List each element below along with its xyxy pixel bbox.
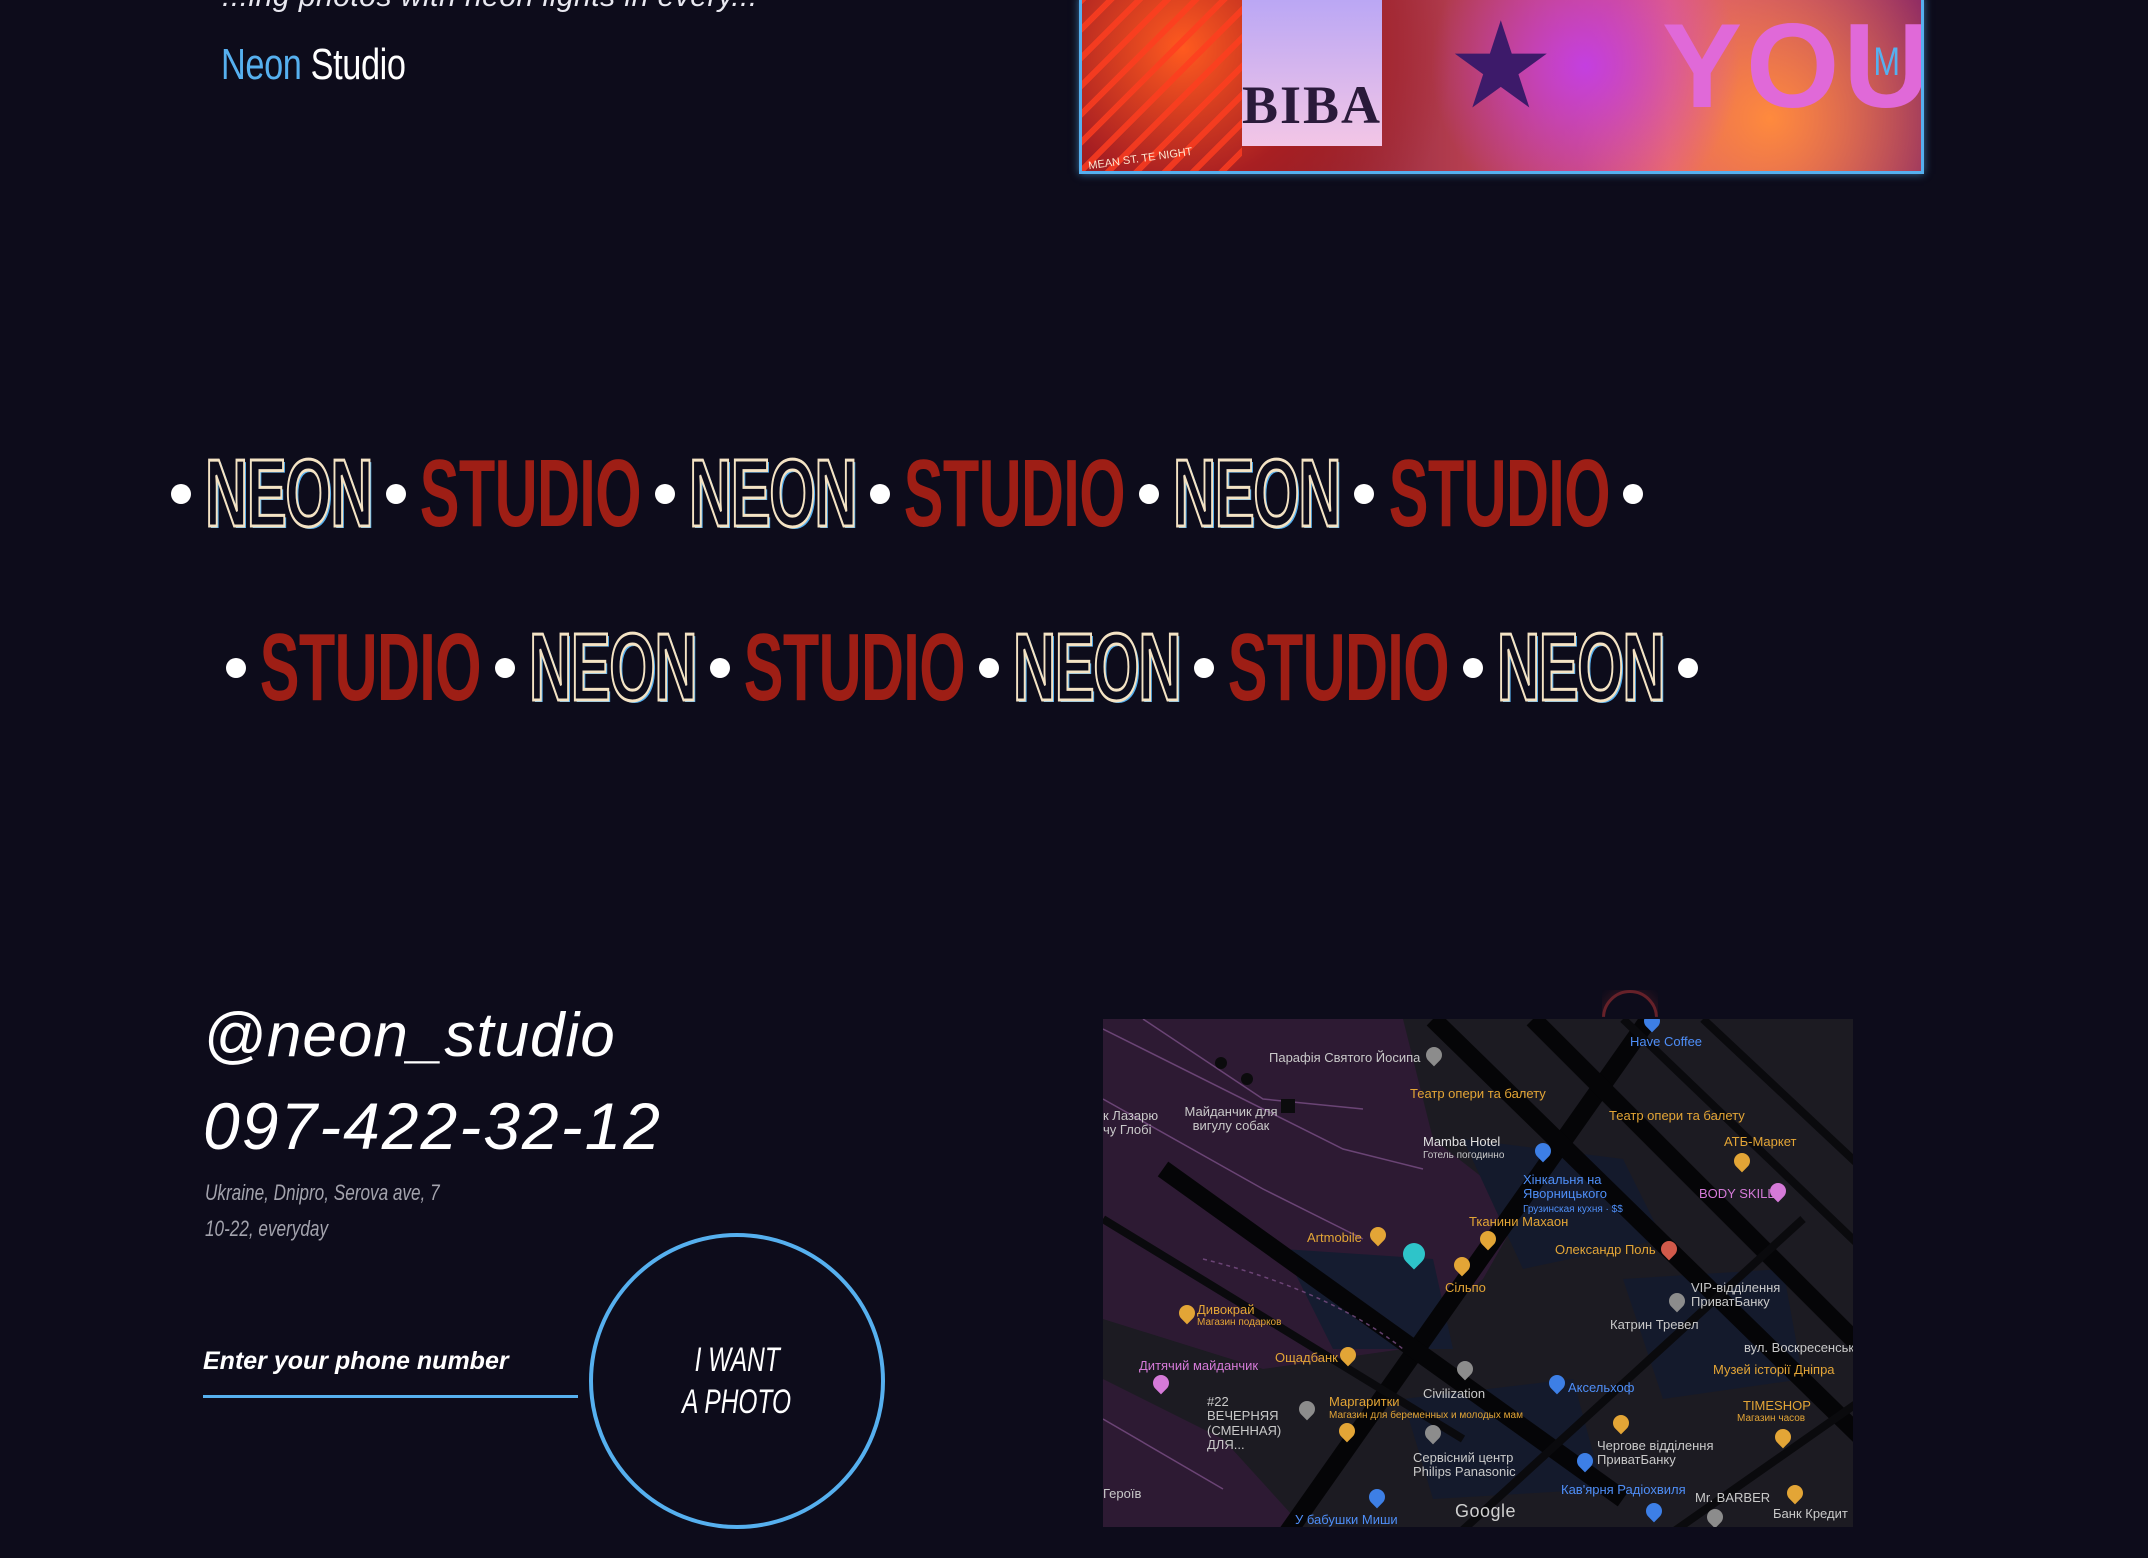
map-label: BODY SKILL: [1699, 1186, 1775, 1201]
map-label: Civilization: [1423, 1386, 1486, 1401]
map-label: Готель погодинно: [1423, 1150, 1505, 1161]
map-label: Хінкальня на Яворницького: [1523, 1172, 1608, 1202]
instagram-handle[interactable]: @neon_studio: [203, 1000, 616, 1071]
map-label: Катрин Тревел: [1610, 1317, 1699, 1332]
ticker-word-studio: STUDIO: [259, 614, 482, 721]
map-label: Сервісний центр Philips Panasonic: [1413, 1450, 1516, 1480]
hero-photo: BIBA ★ YOU MEAN ST. TE NIGHT M: [1079, 0, 1924, 174]
ticker-dot: [386, 484, 407, 504]
opening-hours: 10-22, everyday: [205, 1216, 329, 1241]
ticker-word-studio: STUDIO: [1228, 614, 1450, 721]
ticker-dot: [495, 658, 516, 678]
ticker-dot: [1139, 484, 1160, 504]
button-line-2: A PHOTO: [682, 1383, 792, 1421]
map-label: Have Coffee: [1630, 1034, 1703, 1049]
map-label: Банк Кредит: [1773, 1506, 1848, 1521]
phone-input[interactable]: [203, 1328, 578, 1398]
map-label: VIP-відділення ПриватБанку: [1691, 1280, 1781, 1310]
map-label: Музей історії Дніпра: [1713, 1362, 1835, 1377]
ticker-dot: [655, 484, 676, 504]
google-logo: Google: [1455, 1501, 1517, 1521]
map-label: Аксельхоф: [1568, 1380, 1635, 1395]
map-label: Чергове відділення ПриватБанку: [1597, 1438, 1714, 1468]
ticker-word-neon: NEON: [1496, 614, 1666, 721]
ticker-dot: [1463, 658, 1484, 678]
address-text: Ukraine, Dnipro, Serova ave, 7: [205, 1180, 440, 1205]
location-map[interactable]: Парафія Святого Йосипа Театр опери та ба…: [1103, 1019, 1853, 1527]
map-label: TIMESHOP: [1743, 1398, 1811, 1413]
map-label: к Лазарю чу Глобі: [1103, 1108, 1159, 1138]
ticker-word-neon: NEON: [1172, 440, 1342, 547]
map-label: #22 ВЕЧЕРНЯЯ (СМЕННАЯ) ДЛЯ...: [1207, 1394, 1282, 1452]
neon-stripes-decoration: [1082, 0, 1242, 171]
map-label: Магазин для беременных и молодых мам: [1329, 1410, 1523, 1421]
ticker-word-studio: STUDIO: [420, 440, 642, 547]
ticker-dot: [1354, 484, 1375, 504]
map-label: Театр опери та балету: [1410, 1086, 1546, 1101]
ticker-word-studio: STUDIO: [904, 440, 1126, 547]
map-label: Олександр Поль: [1555, 1242, 1656, 1257]
map-label: Магазин часов: [1737, 1413, 1806, 1424]
want-photo-button[interactable]: I WANT A PHOTO: [589, 1233, 885, 1529]
map-label: Театр опери та балету: [1609, 1108, 1745, 1123]
ticker-word-studio: STUDIO: [744, 614, 966, 721]
phone-number[interactable]: 097-422-32-12: [203, 1088, 662, 1164]
map-label: Mr. BARBER: [1695, 1490, 1771, 1505]
logo-neon-word: Neon: [221, 40, 302, 89]
map-label: АТБ-Маркет: [1724, 1134, 1797, 1149]
ticker-row-1: NEON STUDIO NEON STUDIO NEON STUDIO: [171, 440, 1644, 547]
ticker-dot: [171, 484, 191, 504]
map-label: Майданчик для вигулу собак: [1184, 1104, 1278, 1134]
map-label: вул. Воскресенська: [1744, 1340, 1853, 1355]
ticker-dot: [1678, 658, 1699, 678]
ticker-row-2: STUDIO NEON STUDIO NEON STUDIO NEON: [226, 614, 1699, 721]
ticker-dot: [870, 484, 891, 504]
map-label: Ощадбанк: [1275, 1350, 1338, 1365]
map-label: У бабушки Миши: [1295, 1512, 1398, 1527]
map-label: Кав'ярня Радіохвиля: [1561, 1482, 1686, 1497]
site-logo[interactable]: Neon Studio: [221, 40, 406, 90]
map-label: Героїв: [1103, 1486, 1142, 1501]
ticker-dot: [710, 658, 731, 678]
ticker-dot: [1194, 658, 1215, 678]
photo-side-letter: M: [1873, 40, 1900, 84]
sign-text: BIBA: [1241, 75, 1383, 135]
map-label: Artmobile: [1307, 1230, 1362, 1245]
ticker-word-neon: NEON: [528, 614, 698, 721]
star-icon: ★: [1447, 0, 1555, 133]
ticker-dot: [1623, 484, 1644, 504]
map-label: Магазин подарков: [1197, 1317, 1282, 1328]
ticker-word-studio: STUDIO: [1388, 440, 1610, 547]
neon-sign-biba: BIBA: [1242, 0, 1382, 146]
ticker-word-neon: NEON: [204, 440, 374, 547]
button-line-1: I WANT: [694, 1340, 780, 1379]
map-label: Дитячий майданчик: [1139, 1358, 1259, 1373]
map-label: Парафія Святого Йосипа: [1269, 1050, 1421, 1065]
map-label: Mamba Hotel: [1423, 1134, 1501, 1149]
map-label: Маргаритки: [1329, 1394, 1400, 1409]
ticker-word-neon: NEON: [1012, 614, 1182, 721]
map-label: Сільпо: [1445, 1280, 1486, 1295]
map-label: Тканини Махаон: [1469, 1214, 1569, 1229]
map-label: Дивокрай: [1197, 1302, 1255, 1317]
logo-studio-word: Studio: [310, 40, 406, 89]
intro-text-cropped: ...ing photos with neon lights in every.…: [222, 0, 758, 14]
ticker-dot: [979, 658, 1000, 678]
ticker-dot: [226, 658, 246, 678]
ticker-word-neon: NEON: [688, 440, 858, 547]
